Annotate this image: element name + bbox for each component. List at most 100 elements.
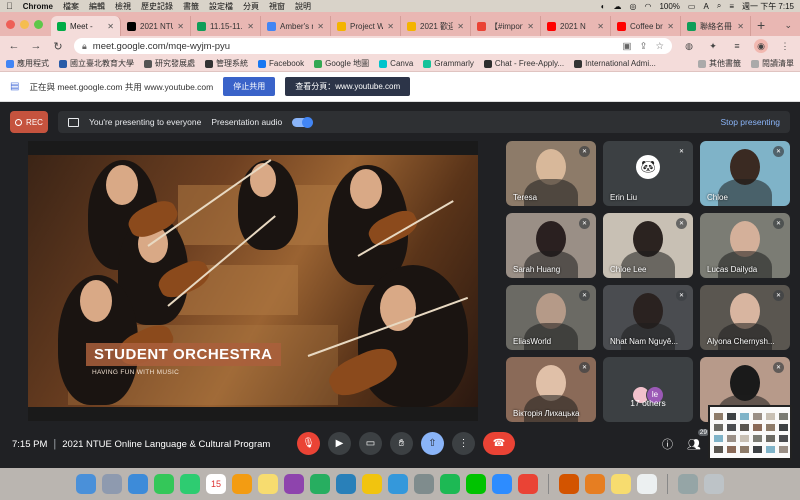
close-tab-icon[interactable]: ✕ [527, 22, 534, 31]
trash-icon[interactable] [704, 474, 724, 494]
zoom-window-button[interactable] [34, 19, 43, 29]
preview-icon[interactable] [637, 474, 657, 494]
browser-tab[interactable]: 【#import ✕ [471, 16, 541, 36]
stop-sharing-button[interactable]: 停止共用 [223, 77, 276, 96]
browser-tab[interactable]: 11.15-11.19 ✕ [191, 16, 261, 36]
bookmark-item[interactable]: Facebook [258, 58, 304, 69]
stop-presenting-button[interactable]: Stop presenting [720, 117, 780, 127]
reload-button[interactable]: ↻ [52, 40, 64, 53]
bookmark-star-icon[interactable]: ☆ [655, 41, 664, 52]
captions-button[interactable]: ▭ [359, 432, 382, 455]
mic-off-button[interactable]: 🎙︎ [297, 432, 320, 455]
participant-tile[interactable]: ✕ Lucas Dailyda [700, 213, 790, 278]
recording-badge[interactable]: REC [10, 111, 48, 133]
battery-icon[interactable]: ▭ [688, 2, 696, 11]
bookmark-reading-list[interactable]: 閱讀清單 [751, 58, 794, 69]
close-tab-icon[interactable]: ✕ [387, 22, 394, 31]
browser-tab[interactable]: 2021 NTUE ✕ [121, 16, 191, 36]
menu-help[interactable]: 說明 [295, 1, 311, 12]
browser-tab[interactable]: Meet - ✕ [51, 16, 121, 36]
profile-avatar[interactable]: ◉ [754, 39, 768, 53]
bookmark-item[interactable]: International Admi... [574, 58, 656, 69]
lock-icon[interactable]: 🔒︎ [82, 41, 87, 52]
input-method-icon[interactable]: A [703, 2, 708, 11]
keynote-icon[interactable] [336, 474, 356, 494]
podcasts-icon[interactable] [284, 474, 304, 494]
bookmark-other[interactable]: 其他書籤 [698, 58, 741, 69]
line-icon[interactable] [466, 474, 486, 494]
meeting-details-icon[interactable]: ⓘ [662, 436, 673, 452]
menu-edit[interactable]: 編輯 [89, 1, 105, 12]
media-icon[interactable]: ≡ [730, 39, 744, 53]
others-tile[interactable]: le 17 others [603, 357, 693, 422]
bookmark-item[interactable]: 管理系統 [205, 58, 248, 69]
chrome-icon[interactable] [518, 474, 538, 494]
browser-tab[interactable]: Amber's n ✕ [261, 16, 331, 36]
close-tab-icon[interactable]: ✕ [737, 22, 744, 31]
participant-tile[interactable]: ✕ EliasWorld [506, 285, 596, 350]
extensions-puzzle-icon[interactable]: ✦ [706, 39, 720, 53]
camera-button[interactable]: ▶ [328, 432, 351, 455]
apple-icon[interactable]:  [6, 1, 13, 11]
bookmark-item[interactable]: Google 地圖 [314, 58, 369, 69]
appstore-icon[interactable] [388, 474, 408, 494]
launchpad-icon[interactable] [102, 474, 122, 494]
close-tab-icon[interactable]: ✕ [177, 22, 184, 31]
pages-icon[interactable] [362, 474, 382, 494]
cloud-icon[interactable]: ☁ [613, 2, 621, 11]
finder-icon[interactable] [76, 474, 96, 494]
powerpoint-icon[interactable] [559, 474, 579, 494]
stickies-icon[interactable] [611, 474, 631, 494]
raise-hand-button[interactable]: ✋︎ [390, 432, 413, 455]
tab-search-icon[interactable]: ⌄ [784, 14, 792, 36]
participant-tile[interactable]: ✕ Nhat Nam Nguyê... [603, 285, 693, 350]
search-icon[interactable]: ⌕ [717, 1, 721, 11]
safari-icon[interactable] [128, 474, 148, 494]
settings-icon[interactable] [414, 474, 434, 494]
notes-icon[interactable] [258, 474, 278, 494]
minimize-window-button[interactable] [20, 19, 29, 29]
focus-icon[interactable]: ◎ [629, 2, 636, 11]
participant-tile[interactable]: ✕ Sarah Huang [506, 213, 596, 278]
control-center-icon[interactable]: ≡ [729, 2, 734, 11]
bookmark-item[interactable]: Chat - Free-Apply... [483, 58, 564, 69]
browser-tab[interactable]: Coffee br ✕ [611, 16, 681, 36]
participant-tile[interactable]: ✕ Teresa [506, 141, 596, 206]
participant-tile[interactable]: ✕ Chloe [700, 141, 790, 206]
facetime-icon[interactable] [180, 474, 200, 494]
close-tab-icon[interactable]: ✕ [597, 22, 604, 31]
menu-tab[interactable]: 分頁 [243, 1, 259, 12]
back-button[interactable]: ← [8, 40, 20, 52]
presentation-audio-toggle[interactable] [292, 116, 314, 128]
participant-tile[interactable]: ✕ Alyona Chernysh... [700, 285, 790, 350]
close-tab-icon[interactable]: ✕ [457, 22, 464, 31]
people-button[interactable]: 👥︎ 29 [687, 428, 709, 451]
menu-view[interactable]: 檢視 [115, 1, 131, 12]
menu-bookmarks[interactable]: 書籤 [183, 1, 199, 12]
zoom-icon[interactable] [492, 474, 512, 494]
participant-tile[interactable]: 🐼︎ ✕ Erin Liu [603, 141, 693, 206]
close-tab-icon[interactable]: ✕ [107, 22, 114, 31]
browser-tab[interactable]: 2021 N ✕ [541, 16, 611, 36]
address-bar[interactable]: 🔒︎ meet.google.com/mqe-wyjm-pyu ▣ ⇪ ☆ [74, 38, 672, 54]
participant-tile[interactable]: ✕ Вікторія Лихацька [506, 357, 596, 422]
menu-history[interactable]: 歷史記錄 [141, 1, 173, 12]
battery-percent[interactable]: 100% [659, 2, 679, 11]
close-tab-icon[interactable]: ✕ [317, 22, 324, 31]
bookmark-item[interactable]: 研究發展處 [144, 58, 195, 69]
bookmark-item[interactable]: 國立臺北教育大學 [59, 58, 134, 69]
close-tab-icon[interactable]: ✕ [667, 22, 674, 31]
calendar-icon[interactable]: 15 [206, 474, 226, 494]
forward-button[interactable]: → [30, 40, 42, 52]
self-view-thumbnail[interactable] [708, 405, 792, 460]
close-window-button[interactable] [6, 19, 15, 29]
office-icon[interactable] [585, 474, 605, 494]
browser-tab[interactable]: Project W ✕ [331, 16, 401, 36]
more-options-button[interactable]: ⋮ [452, 432, 475, 455]
share-icon[interactable]: ⇪ [640, 41, 648, 52]
menubar-clock[interactable]: 週一 下午 7:15 [742, 1, 794, 12]
wifi-icon[interactable]: ◠ [644, 2, 651, 11]
present-now-button[interactable]: ⇧ [421, 432, 444, 455]
close-tab-icon[interactable]: ✕ [247, 22, 254, 31]
new-tab-button[interactable]: + [757, 14, 765, 36]
